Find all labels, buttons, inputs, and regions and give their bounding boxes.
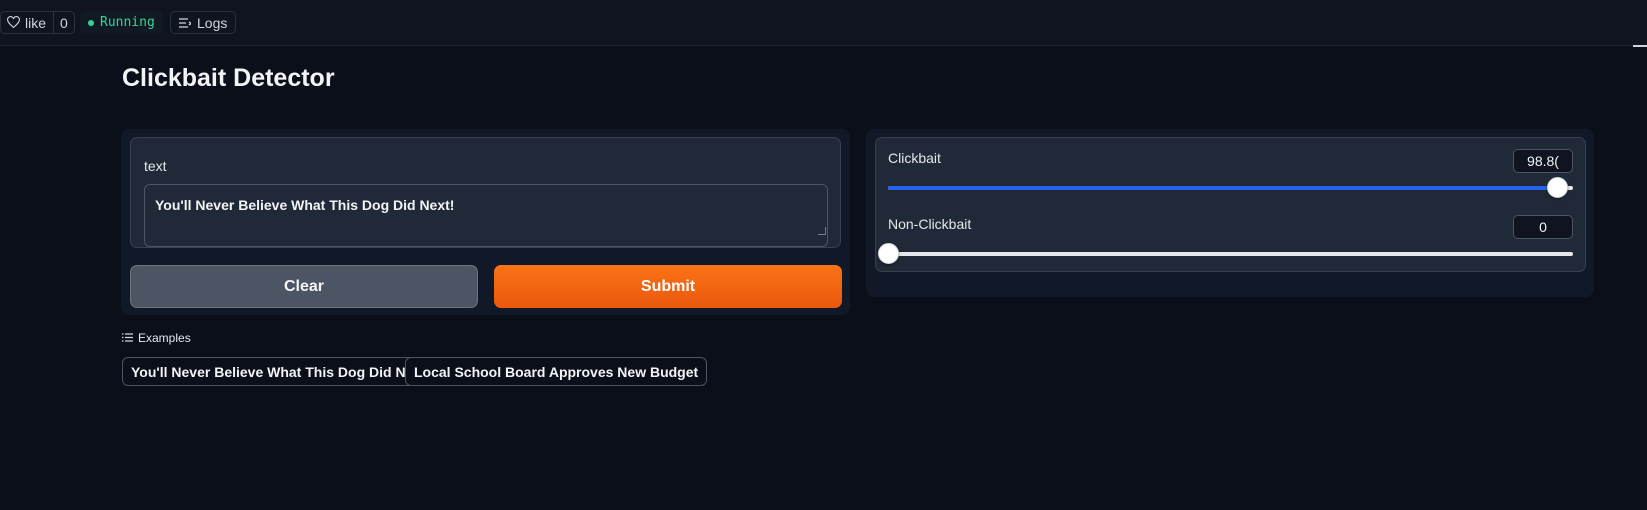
examples-heading: Examples	[122, 331, 191, 345]
heart-icon	[6, 15, 21, 31]
example-item[interactable]: Local School Board Approves New Budget	[405, 357, 708, 386]
logs-icon	[179, 15, 193, 31]
output-slider-clickbait: Clickbait 98.8(	[875, 137, 1586, 205]
list-icon	[122, 331, 133, 345]
page-title: Clickbait Detector	[122, 64, 335, 92]
like-button[interactable]: like	[1, 12, 55, 33]
like-group: like 0	[0, 11, 75, 34]
status-label: Running	[100, 15, 155, 30]
example-item[interactable]: You'll Never Believe What This Dog Did N…	[122, 357, 440, 386]
output-slider-non-clickbait: Non-Clickbait 0	[875, 204, 1586, 272]
like-label: like	[25, 14, 47, 31]
slider-label-clickbait: Clickbait	[888, 150, 941, 166]
resize-handle-icon[interactable]	[818, 227, 826, 235]
logs-label: Logs	[197, 14, 228, 31]
slider-value-non-clickbait[interactable]: 0	[1513, 215, 1573, 239]
clear-button[interactable]: Clear	[130, 265, 478, 308]
slider-thumb-clickbait[interactable]	[1546, 177, 1568, 198]
text-input-block: text You'll Never Believe What This Dog …	[130, 137, 841, 248]
examples-label: Examples	[138, 331, 191, 345]
status-badge: Running	[80, 11, 163, 34]
top-right-divider	[1633, 45, 1647, 47]
text-input-label: text	[144, 158, 167, 174]
like-count: 0	[60, 14, 68, 31]
slider-value-clickbait[interactable]: 98.8(	[1513, 149, 1573, 173]
input-panel: text You'll Never Believe What This Dog …	[121, 129, 850, 315]
slider-fill-clickbait	[888, 186, 1557, 190]
slider-thumb-non-clickbait[interactable]	[878, 243, 899, 264]
logs-button[interactable]: Logs	[170, 11, 237, 34]
slider-label-non-clickbait: Non-Clickbait	[888, 216, 972, 232]
text-input[interactable]: You'll Never Believe What This Dog Did N…	[144, 184, 828, 247]
output-panel: Clickbait 98.8( Non-Clickbait 0	[866, 129, 1594, 297]
status-dot-icon	[88, 19, 94, 26]
slider-track-non-clickbait[interactable]	[878, 243, 1573, 264]
slider-track-clickbait[interactable]	[888, 177, 1573, 198]
submit-button[interactable]: Submit	[494, 265, 842, 308]
top-bar: like 0 Running Logs	[0, 0, 1647, 46]
